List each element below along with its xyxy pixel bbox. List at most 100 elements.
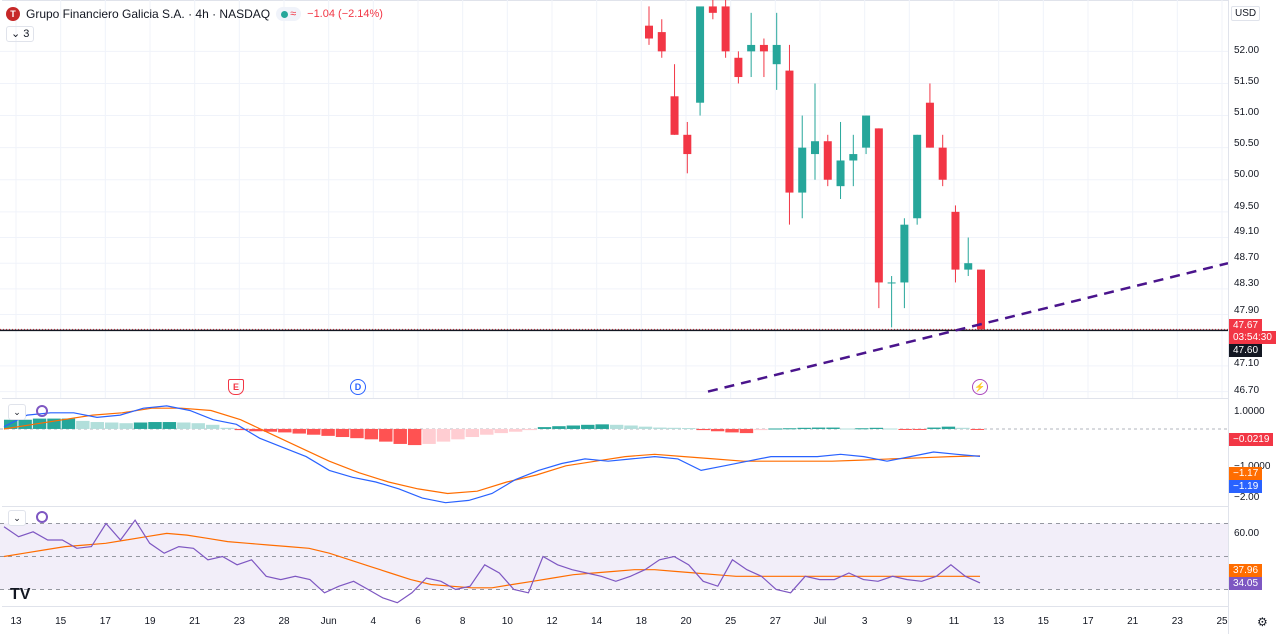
date-axis-label: 14 [591, 616, 603, 627]
bar-countdown: 03:54:30 [1229, 331, 1276, 344]
market-open-dot-icon [281, 10, 289, 18]
candle-body [913, 134, 922, 219]
date-axis-label: 8 [459, 616, 466, 627]
macd-histogram-bar [783, 428, 797, 430]
date-axis-label: 25 [725, 616, 737, 627]
date-axis-label: 13 [10, 616, 22, 627]
macd-histogram-bar [912, 428, 927, 430]
date-axis-label: 23 [1171, 616, 1183, 627]
candle-body [721, 6, 730, 52]
delay-icon: ≈ [290, 8, 297, 20]
candle-body [938, 147, 947, 180]
macd-collapse-button[interactable]: ⌄ [8, 404, 26, 420]
macd-histogram-bar [508, 428, 523, 432]
macd-histogram-bar [869, 427, 884, 429]
date-axis-border [2, 606, 1228, 607]
macd-histogram-bar [970, 428, 984, 430]
price-chart[interactable] [0, 0, 1228, 398]
chevron-down-icon: ⌄ [11, 28, 21, 40]
candle-body [823, 141, 832, 180]
candle-body [734, 57, 743, 78]
macd-histogram-bar [566, 425, 581, 429]
currency-selector[interactable]: USD [1231, 6, 1261, 21]
macd-histogram-bar [710, 428, 725, 432]
legend-toggle[interactable]: ⌄ 3 [6, 26, 35, 42]
macd-histogram-bar [884, 428, 898, 430]
macd-axis-label: −2.00 [1234, 492, 1260, 503]
macd-histogram-bar [754, 428, 768, 431]
chevron-down-icon: ⌄ [13, 513, 21, 523]
macd-histogram-bar [797, 427, 811, 429]
candle-body [759, 44, 768, 52]
candle-body [645, 25, 653, 39]
gear-icon[interactable]: ⚙ [1257, 615, 1268, 629]
price-axis-label: 50.50 [1234, 138, 1260, 149]
macd-histogram-bar [826, 427, 840, 429]
macd-histogram-bar [379, 428, 393, 442]
rsi-pane[interactable] [0, 507, 1228, 606]
macd-histogram-bar [465, 428, 480, 438]
price-axis-label: 46.70 [1234, 385, 1260, 396]
date-axis-label: 17 [99, 616, 111, 627]
symbol-title[interactable]: Grupo Financiero Galicia S.A. · 4h · NAS… [26, 7, 270, 21]
price-axis-label: 48.30 [1234, 278, 1260, 289]
rsi-collapse-button[interactable]: ⌄ [8, 510, 26, 526]
earnings-event-icon[interactable]: E [228, 379, 244, 395]
candle-body [900, 224, 909, 283]
macd-line [3, 405, 981, 504]
macd-histogram-bar [725, 428, 739, 433]
macd-histogram-bar [104, 422, 119, 429]
price-axis-label: 51.50 [1234, 76, 1260, 87]
macd-histogram-bar [941, 426, 956, 429]
macd-histogram-bar [768, 428, 783, 430]
macd-refresh-icon[interactable] [36, 405, 48, 417]
dividend-event-icon[interactable]: D [350, 379, 366, 395]
crosshair-price-tag: 47.60 [1229, 344, 1263, 357]
macd-histogram-bar [927, 427, 941, 429]
macd-histogram-bar [624, 425, 638, 429]
candle-body [708, 6, 717, 13]
date-axis-label: 17 [1082, 616, 1094, 627]
macd-histogram-bar [595, 424, 609, 429]
macd-histogram-bar [364, 428, 379, 440]
macd-histogram-bar [855, 428, 869, 430]
candle-body [747, 44, 756, 52]
macd-histogram-bar [494, 428, 508, 434]
rsi-axis-label: 60.00 [1234, 528, 1260, 539]
date-axis-label: Jul [813, 616, 827, 627]
macd-histogram-bar [609, 424, 624, 429]
macd-histogram-bar [638, 426, 653, 429]
candle-body [849, 154, 858, 161]
macd-signal-tag: −1.17 [1229, 467, 1263, 480]
macd-histogram-bar [956, 427, 970, 429]
tradingview-logo[interactable]: TV [10, 586, 30, 604]
date-axis-label: 11 [948, 616, 960, 627]
candle-body [977, 269, 985, 330]
rsi-refresh-icon[interactable] [36, 511, 48, 523]
macd-histogram-bar [811, 427, 826, 429]
macd-histogram-bar [278, 428, 292, 433]
macd-histogram-bar [653, 427, 667, 429]
candle-body [696, 6, 705, 103]
company-logo: T [6, 7, 20, 21]
macd-histogram-bar [205, 424, 220, 429]
macd-histogram-bar [667, 427, 682, 429]
split-event-icon[interactable]: ⚡ [972, 379, 988, 395]
macd-pane[interactable] [0, 399, 1228, 505]
rsi-value-tag: 34.05 [1229, 577, 1263, 590]
market-status[interactable]: ≈ [276, 7, 302, 21]
date-axis-label: 9 [906, 616, 913, 627]
macd-histogram-bar [480, 428, 494, 435]
macd-histogram-bar [696, 428, 710, 431]
candle-body [683, 134, 692, 155]
macd-histogram-bar [393, 428, 407, 444]
candle-body [964, 263, 973, 270]
symbol-header[interactable]: T Grupo Financiero Galicia S.A. · 4h · N… [6, 5, 383, 23]
date-axis-label: 21 [1127, 616, 1139, 627]
price-axis-label: 52.00 [1234, 45, 1260, 56]
candle-body [798, 147, 807, 193]
date-axis-label: 4 [370, 616, 377, 627]
candle-body [874, 128, 883, 283]
date-axis-label: 15 [55, 616, 67, 627]
price-axis-label: 47.10 [1234, 358, 1260, 369]
